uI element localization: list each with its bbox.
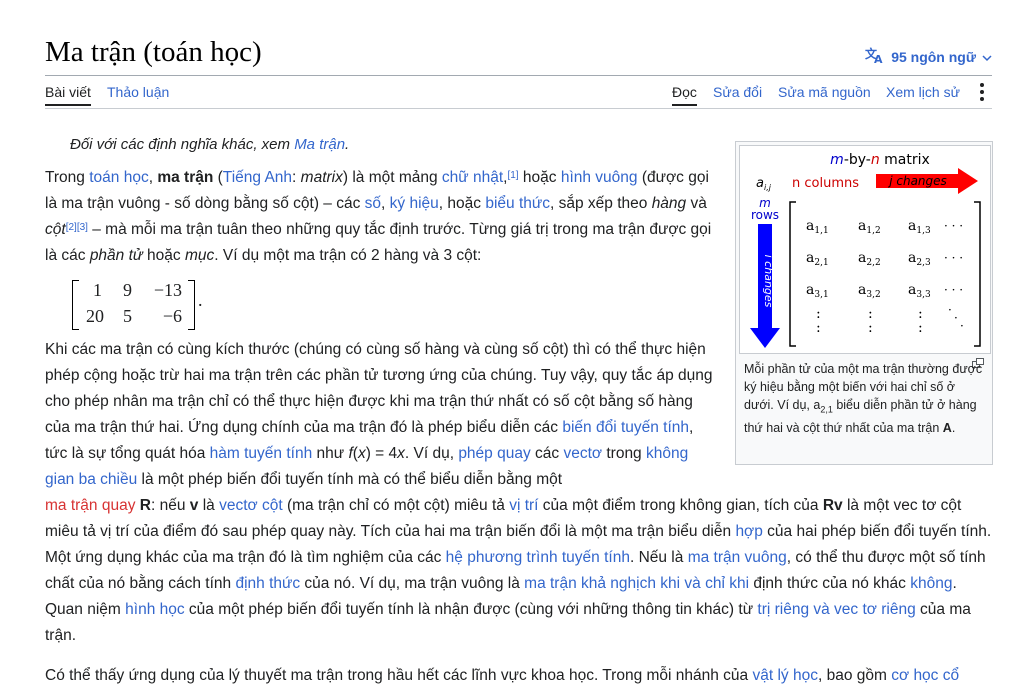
body-paragraph-3: ma trận quay R: nếu v là vectơ cột (ma t… bbox=[45, 497, 992, 644]
matrix-period: . bbox=[198, 290, 203, 310]
n-columns-label: n columns bbox=[792, 176, 859, 191]
matrix-cell: 5 bbox=[123, 306, 132, 326]
matrix-figure[interactable]: m-by-n matrix ai,j n columns j changes m… bbox=[739, 145, 991, 354]
svg-text:i changes: i changes bbox=[762, 255, 775, 308]
link-toan-hoc[interactable]: toán học bbox=[89, 169, 148, 186]
language-button[interactable]: 文A 95 ngôn ngữ bbox=[865, 46, 992, 67]
link-vi-tri[interactable]: vị trí bbox=[509, 497, 538, 514]
svg-text:·: · bbox=[954, 311, 958, 325]
link-chu-nhat[interactable]: chữ nhật bbox=[442, 169, 503, 186]
matrix-cell: −6 bbox=[162, 306, 182, 326]
language-count: 95 ngôn ngữ bbox=[891, 48, 976, 65]
svg-text:rows: rows bbox=[751, 208, 779, 222]
tab-edit-source[interactable]: Sửa mã nguồn bbox=[778, 84, 871, 100]
svg-text:j changes: j changes bbox=[887, 174, 947, 188]
link-hinh-vuong[interactable]: hình vuông bbox=[561, 169, 638, 186]
link-tieng-anh[interactable]: Tiếng Anh bbox=[223, 169, 292, 186]
matrix-cell: 20 bbox=[86, 306, 104, 326]
svg-text:a3,2: a3,2 bbox=[858, 282, 881, 300]
hatnote: Đối với các định nghĩa khác, xem Ma trận… bbox=[70, 136, 350, 153]
link-vecto-cot[interactable]: vectơ cột bbox=[219, 497, 283, 514]
hatnote-link[interactable]: Ma trận bbox=[294, 136, 345, 153]
page-tabs: Bài viết Thảo luận Đọc Sửa đổi Sửa mã ng… bbox=[45, 82, 992, 108]
link-so[interactable]: số bbox=[365, 195, 381, 212]
link-phep-quay[interactable]: phép quay bbox=[458, 445, 530, 462]
title-divider bbox=[45, 75, 992, 76]
svg-text:a2,2: a2,2 bbox=[858, 250, 881, 268]
svg-text:·: · bbox=[948, 303, 952, 317]
redlink-ma-tran-quay[interactable]: ma trận quay bbox=[45, 497, 135, 514]
link-he-phuong-trinh[interactable]: hệ phương trình tuyến tính bbox=[446, 549, 630, 566]
more-options-icon[interactable] bbox=[978, 82, 986, 105]
body-paragraph-2: Khi các ma trận có cùng kích thước (chún… bbox=[45, 341, 713, 488]
svg-text:a2,1: a2,1 bbox=[806, 250, 829, 268]
matrix-cell: 1 bbox=[93, 280, 102, 300]
link-co-hoc[interactable]: cơ học cổ bbox=[891, 667, 959, 684]
link-kha-nghich[interactable]: ma trận khả nghịch khi và chỉ khi bbox=[524, 575, 749, 592]
link-ma-tran-vuong[interactable]: ma trận vuông bbox=[688, 549, 787, 566]
body-paragraph-4: Có thể thấy ứng dụng của lý thuyết ma tr… bbox=[45, 667, 960, 684]
tab-read[interactable]: Đọc bbox=[672, 84, 697, 106]
svg-text:a3,1: a3,1 bbox=[806, 282, 829, 300]
ref-3[interactable]: [3] bbox=[77, 222, 88, 233]
svg-text:A: A bbox=[874, 53, 883, 64]
figure-caption: Mỗi phần tử của một ma trận thường được … bbox=[744, 362, 983, 435]
link-khong[interactable]: không bbox=[910, 575, 952, 592]
link-ky-hieu[interactable]: ký hiệu bbox=[390, 195, 439, 212]
svg-text:a1,1: a1,1 bbox=[806, 218, 829, 236]
svg-text::: : bbox=[816, 320, 821, 336]
svg-text::: : bbox=[918, 320, 923, 336]
intro-paragraph: Trong toán học, ma trận (Tiếng Anh: matr… bbox=[45, 169, 712, 264]
svg-text::: : bbox=[868, 320, 873, 336]
right-bracket bbox=[188, 280, 195, 330]
svg-text:m-by-n matrix: m-by-n matrix bbox=[830, 152, 930, 168]
link-vat-ly-hoc[interactable]: vật lý học bbox=[752, 667, 817, 684]
matrix-cell: −13 bbox=[153, 280, 182, 300]
svg-text:· · ·: · · · bbox=[944, 283, 963, 297]
svg-text:ai,j: ai,j bbox=[756, 176, 772, 192]
link-vecto[interactable]: vectơ bbox=[563, 445, 602, 462]
link-hop[interactable]: hợp bbox=[735, 523, 762, 540]
page-title: Ma trận (toán học) bbox=[45, 36, 262, 68]
tab-edit[interactable]: Sửa đổi bbox=[713, 84, 762, 100]
link-ham-tuyen-tinh[interactable]: hàm tuyến tính bbox=[210, 445, 313, 462]
ref-1[interactable]: [1] bbox=[507, 170, 518, 181]
matrix-infobox: m-by-n matrix ai,j n columns j changes m… bbox=[735, 141, 993, 465]
tab-article[interactable]: Bài viết bbox=[45, 84, 91, 106]
svg-text:a1,2: a1,2 bbox=[858, 218, 881, 236]
tab-history[interactable]: Xem lịch sử bbox=[886, 84, 960, 100]
svg-text:· · ·: · · · bbox=[944, 219, 963, 233]
svg-text:a2,3: a2,3 bbox=[908, 250, 931, 268]
tabs-divider bbox=[45, 108, 992, 109]
link-bien-doi-tuyen-tinh[interactable]: biến đổi tuyến tính bbox=[562, 419, 689, 436]
link-dinh-thuc[interactable]: định thức bbox=[235, 575, 300, 592]
svg-text:·: · bbox=[960, 319, 964, 333]
svg-text:a3,3: a3,3 bbox=[908, 282, 931, 300]
link-hinh-hoc[interactable]: hình học bbox=[125, 601, 184, 618]
translate-icon: 文A bbox=[865, 46, 885, 67]
ref-2[interactable]: [2] bbox=[66, 222, 77, 233]
chevron-down-icon bbox=[982, 49, 992, 65]
link-bieu-thuc[interactable]: biểu thức bbox=[485, 195, 550, 212]
tab-talk[interactable]: Thảo luận bbox=[107, 84, 169, 100]
link-tri-rieng[interactable]: trị riêng và vec tơ riêng bbox=[757, 601, 915, 618]
matrix-cell: 9 bbox=[123, 280, 132, 300]
svg-text:a1,3: a1,3 bbox=[908, 218, 931, 236]
svg-text:· · ·: · · · bbox=[944, 251, 963, 265]
